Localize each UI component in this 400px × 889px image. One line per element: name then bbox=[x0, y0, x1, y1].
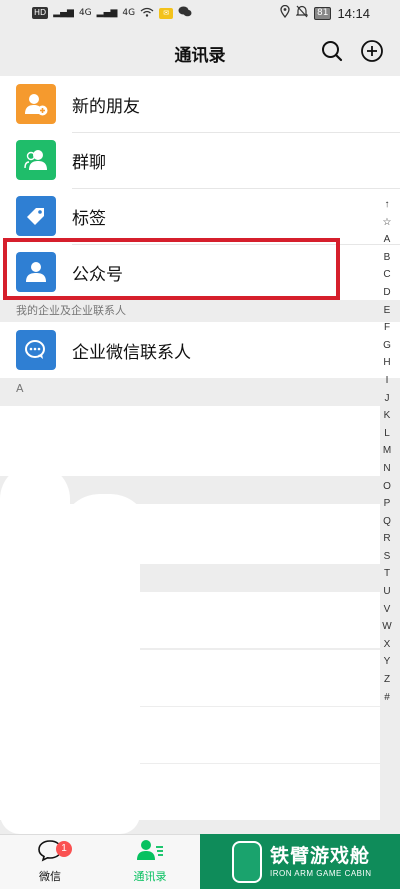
watermark-text: 铁臂游戏舱 IRON ARM GAME CABIN bbox=[270, 844, 372, 880]
alpha-index-item[interactable]: Z bbox=[384, 671, 390, 689]
blurred-avatar bbox=[60, 494, 150, 574]
alpha-index-item[interactable]: L bbox=[384, 425, 390, 443]
status-left: HD ▂▄▆ 4G ▂▄▆ 4G ✉ bbox=[32, 6, 192, 20]
list-item-group-chats[interactable]: 群聊 bbox=[0, 132, 400, 188]
wifi-icon bbox=[140, 7, 154, 20]
group-chat-icon bbox=[16, 140, 56, 180]
alpha-index-item[interactable]: O bbox=[383, 478, 391, 496]
hd-indicator: HD bbox=[32, 7, 49, 19]
wechat-notification-icon bbox=[178, 6, 192, 20]
contacts-icon bbox=[135, 838, 165, 866]
alpha-index-item[interactable]: D bbox=[383, 284, 390, 302]
blurred-avatar bbox=[0, 544, 140, 834]
alpha-index-item[interactable]: Y bbox=[384, 653, 391, 671]
alpha-index-item[interactable]: B bbox=[384, 249, 391, 267]
alpha-index-item[interactable]: I bbox=[386, 372, 389, 390]
alpha-index-item[interactable]: E bbox=[384, 302, 391, 320]
alpha-index-item[interactable]: C bbox=[383, 266, 390, 284]
alpha-index-item[interactable]: F bbox=[384, 319, 390, 337]
list-item-new-friends[interactable]: 新的朋友 bbox=[0, 76, 400, 132]
signal-icon: ▂▄▆ bbox=[53, 8, 74, 18]
list-item-label: 标签 bbox=[72, 208, 106, 229]
highlight-box bbox=[3, 238, 340, 300]
add-friend-icon bbox=[16, 84, 56, 124]
list-item-tags[interactable]: 标签 bbox=[0, 188, 400, 244]
watermark-subtitle: IRON ARM GAME CABIN bbox=[270, 868, 372, 878]
alpha-index-item[interactable]: T bbox=[384, 565, 390, 583]
signal-icon-2: ▂▄▆ bbox=[96, 8, 118, 18]
blurred-contacts bbox=[0, 394, 380, 834]
mute-bell-icon bbox=[295, 5, 309, 21]
battery-indicator: 81 bbox=[314, 6, 332, 20]
list-item bbox=[0, 406, 380, 476]
tab-label: 微信 bbox=[39, 870, 61, 883]
alpha-index-item[interactable]: X bbox=[384, 636, 391, 654]
watermark-title: 铁臂游戏舱 bbox=[270, 844, 371, 867]
unread-badge: 1 bbox=[56, 841, 72, 857]
add-circle-icon[interactable] bbox=[359, 38, 385, 64]
alpha-index-item[interactable]: A bbox=[384, 231, 391, 249]
tab-contacts[interactable]: 通讯录 bbox=[110, 835, 190, 889]
list-item-label: 企业微信联系人 bbox=[72, 342, 191, 363]
alpha-index-item[interactable]: K bbox=[384, 407, 391, 425]
alpha-index-item[interactable]: W bbox=[382, 618, 391, 636]
alphabet-index[interactable]: ↑ ☆ A B C D E F G H I J K L M N O P Q R … bbox=[378, 196, 396, 706]
alpha-index-item[interactable]: S bbox=[384, 548, 391, 566]
alpha-index-item[interactable]: R bbox=[383, 530, 390, 548]
location-icon bbox=[280, 4, 290, 21]
alpha-index-item[interactable]: H bbox=[383, 354, 390, 372]
list-item-label: 新的朋友 bbox=[72, 96, 140, 117]
alpha-index-item[interactable]: U bbox=[383, 583, 390, 601]
list-item-enterprise-contacts[interactable]: 企业微信联系人 bbox=[0, 322, 400, 378]
status-right: 81 14:14 bbox=[280, 4, 370, 21]
watermark-logo-icon bbox=[232, 840, 262, 883]
enterprise-contacts-icon bbox=[16, 330, 56, 370]
tab-chats[interactable]: 微信 1 bbox=[10, 835, 90, 889]
alpha-index-item[interactable]: P bbox=[384, 495, 391, 513]
network-label-2: 4G bbox=[122, 8, 136, 18]
network-label-1: 4G bbox=[78, 8, 92, 18]
alpha-index-item[interactable]: ↑ bbox=[385, 196, 390, 214]
alpha-index-item[interactable]: Q bbox=[383, 513, 391, 531]
alpha-index-item[interactable]: N bbox=[383, 460, 390, 478]
watermark-banner: 铁臂游戏舱 IRON ARM GAME CABIN bbox=[200, 834, 400, 889]
clock: 14:14 bbox=[337, 5, 370, 21]
status-bar: HD ▂▄▆ 4G ▂▄▆ 4G ✉ 81 14:14 bbox=[0, 0, 400, 28]
tag-icon bbox=[16, 196, 56, 236]
app-notification-icon: ✉ bbox=[159, 7, 174, 19]
alpha-index-item[interactable]: M bbox=[383, 442, 391, 460]
alpha-index-item[interactable]: V bbox=[384, 601, 391, 619]
alpha-index-item[interactable]: G bbox=[383, 337, 391, 355]
alpha-index-item[interactable]: ☆ bbox=[383, 214, 392, 232]
top-bar: 通讯录 bbox=[0, 28, 400, 76]
alpha-index-item[interactable]: # bbox=[384, 689, 390, 707]
list-item-label: 群聊 bbox=[72, 152, 106, 173]
alpha-index-item[interactable]: J bbox=[385, 390, 390, 408]
tab-label: 通讯录 bbox=[133, 870, 167, 883]
section-header-enterprise: 我的企业及企业联系人 bbox=[0, 300, 400, 322]
search-icon[interactable] bbox=[319, 38, 345, 64]
